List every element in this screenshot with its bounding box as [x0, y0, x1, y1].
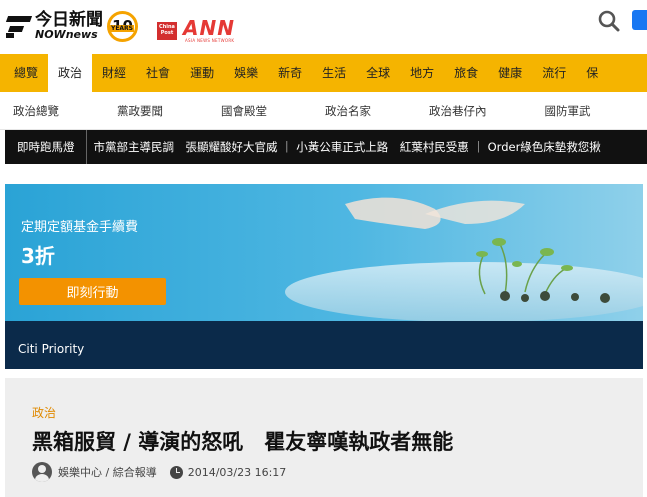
subnav-item-parliament[interactable]: 國會殿堂 [221, 103, 267, 119]
clock-icon [169, 465, 183, 479]
article-category[interactable]: 政治 [32, 404, 56, 421]
subnav-item-political-alley[interactable]: 政治巷仔內 [429, 103, 487, 119]
author-icon [32, 462, 52, 482]
article-header: 政治 黑箱服貿 / 導演的怒吼 瞿友寧嘆執政者無能 娛樂中心 / 綜合報導 20… [5, 378, 643, 497]
nav-item-life[interactable]: 生活 [312, 54, 356, 92]
ad-cta-button[interactable]: 即刻行動 [19, 278, 166, 305]
nav-item-travel-food[interactable]: 旅食 [444, 54, 488, 92]
logo-chinese: 今日新聞 [35, 10, 103, 30]
article-datetime: 2014/03/23 16:17 [187, 465, 287, 479]
article-title: 黑箱服貿 / 導演的怒吼 瞿友寧嘆執政者無能 [32, 430, 454, 454]
ad-headline: 定期定額基金手續費 [21, 220, 139, 235]
site-logo[interactable]: 今日新聞 NOWnews 10 YEARS [5, 8, 138, 44]
article-meta: 娛樂中心 / 綜合報導 2014/03/23 16:17 [32, 462, 286, 482]
nav-item-partial[interactable]: 保 [576, 54, 608, 92]
nav-item-politics[interactable]: 政治 [48, 54, 93, 92]
nav-item-global[interactable]: 全球 [356, 54, 400, 92]
subnav-item-party-news[interactable]: 黨政要聞 [117, 103, 163, 119]
nav-item-society[interactable]: 社會 [136, 54, 180, 92]
subnav-item-defense[interactable]: 國防軍武 [545, 103, 591, 119]
subnav-item-political-figures[interactable]: 政治名家 [325, 103, 371, 119]
nav-item-health[interactable]: 健康 [488, 54, 532, 92]
facebook-icon[interactable] [632, 10, 647, 30]
ticker-label: 即時跑馬燈 [5, 130, 87, 164]
ad-discount: 3折 [21, 244, 55, 268]
ad-brand-bar [5, 321, 643, 369]
nav-item-novelty[interactable]: 新奇 [268, 54, 312, 92]
news-ticker: 即時跑馬燈 市黨部主導民調 張顯耀酸好大官威 ｜ 小黃公車正式上路 紅葉村民受惠… [5, 130, 647, 164]
logo-mark-icon [5, 13, 33, 39]
search-icon[interactable] [597, 9, 621, 33]
ann-logo-subtitle: ASIA NEWS NETWORK [185, 38, 235, 43]
politics-sub-nav: 政治總覽 黨政要聞 國會殿堂 政治名家 政治巷仔內 國防軍武 [0, 92, 647, 130]
ten-years-badge: 10 YEARS [107, 10, 138, 42]
ann-logo[interactable]: ANN [183, 18, 235, 38]
advertisement-banner[interactable]: 定期定額基金手續費 3折 即刻行動 Citi Priority [5, 184, 643, 369]
main-category-nav: 總覽 政治 財經 社會 運動 娛樂 新奇 生活 全球 地方 旅食 健康 流行 保 [0, 54, 647, 92]
nav-item-entertainment[interactable]: 娛樂 [224, 54, 268, 92]
ad-brand-name: Citi Priority [18, 342, 85, 356]
nav-item-sports[interactable]: 運動 [180, 54, 224, 92]
article-author: 娛樂中心 / 綜合報導 [58, 466, 157, 479]
nav-item-fashion[interactable]: 流行 [532, 54, 576, 92]
nav-item-finance[interactable]: 財經 [92, 54, 136, 92]
logo-english: NOWnews [35, 28, 98, 41]
site-header: 今日新聞 NOWnews 10 YEARS China Post ANN ASI… [0, 0, 647, 52]
chinapost-logo[interactable]: China Post [157, 22, 177, 40]
ticker-headlines[interactable]: 市黨部主導民調 張顯耀酸好大官威 ｜ 小黃公車正式上路 紅葉村民受惠 ｜ Ord… [87, 130, 601, 164]
subnav-item-politics-overview[interactable]: 政治總覽 [13, 103, 59, 119]
nav-item-overview[interactable]: 總覽 [0, 54, 48, 92]
nav-item-local[interactable]: 地方 [400, 54, 444, 92]
